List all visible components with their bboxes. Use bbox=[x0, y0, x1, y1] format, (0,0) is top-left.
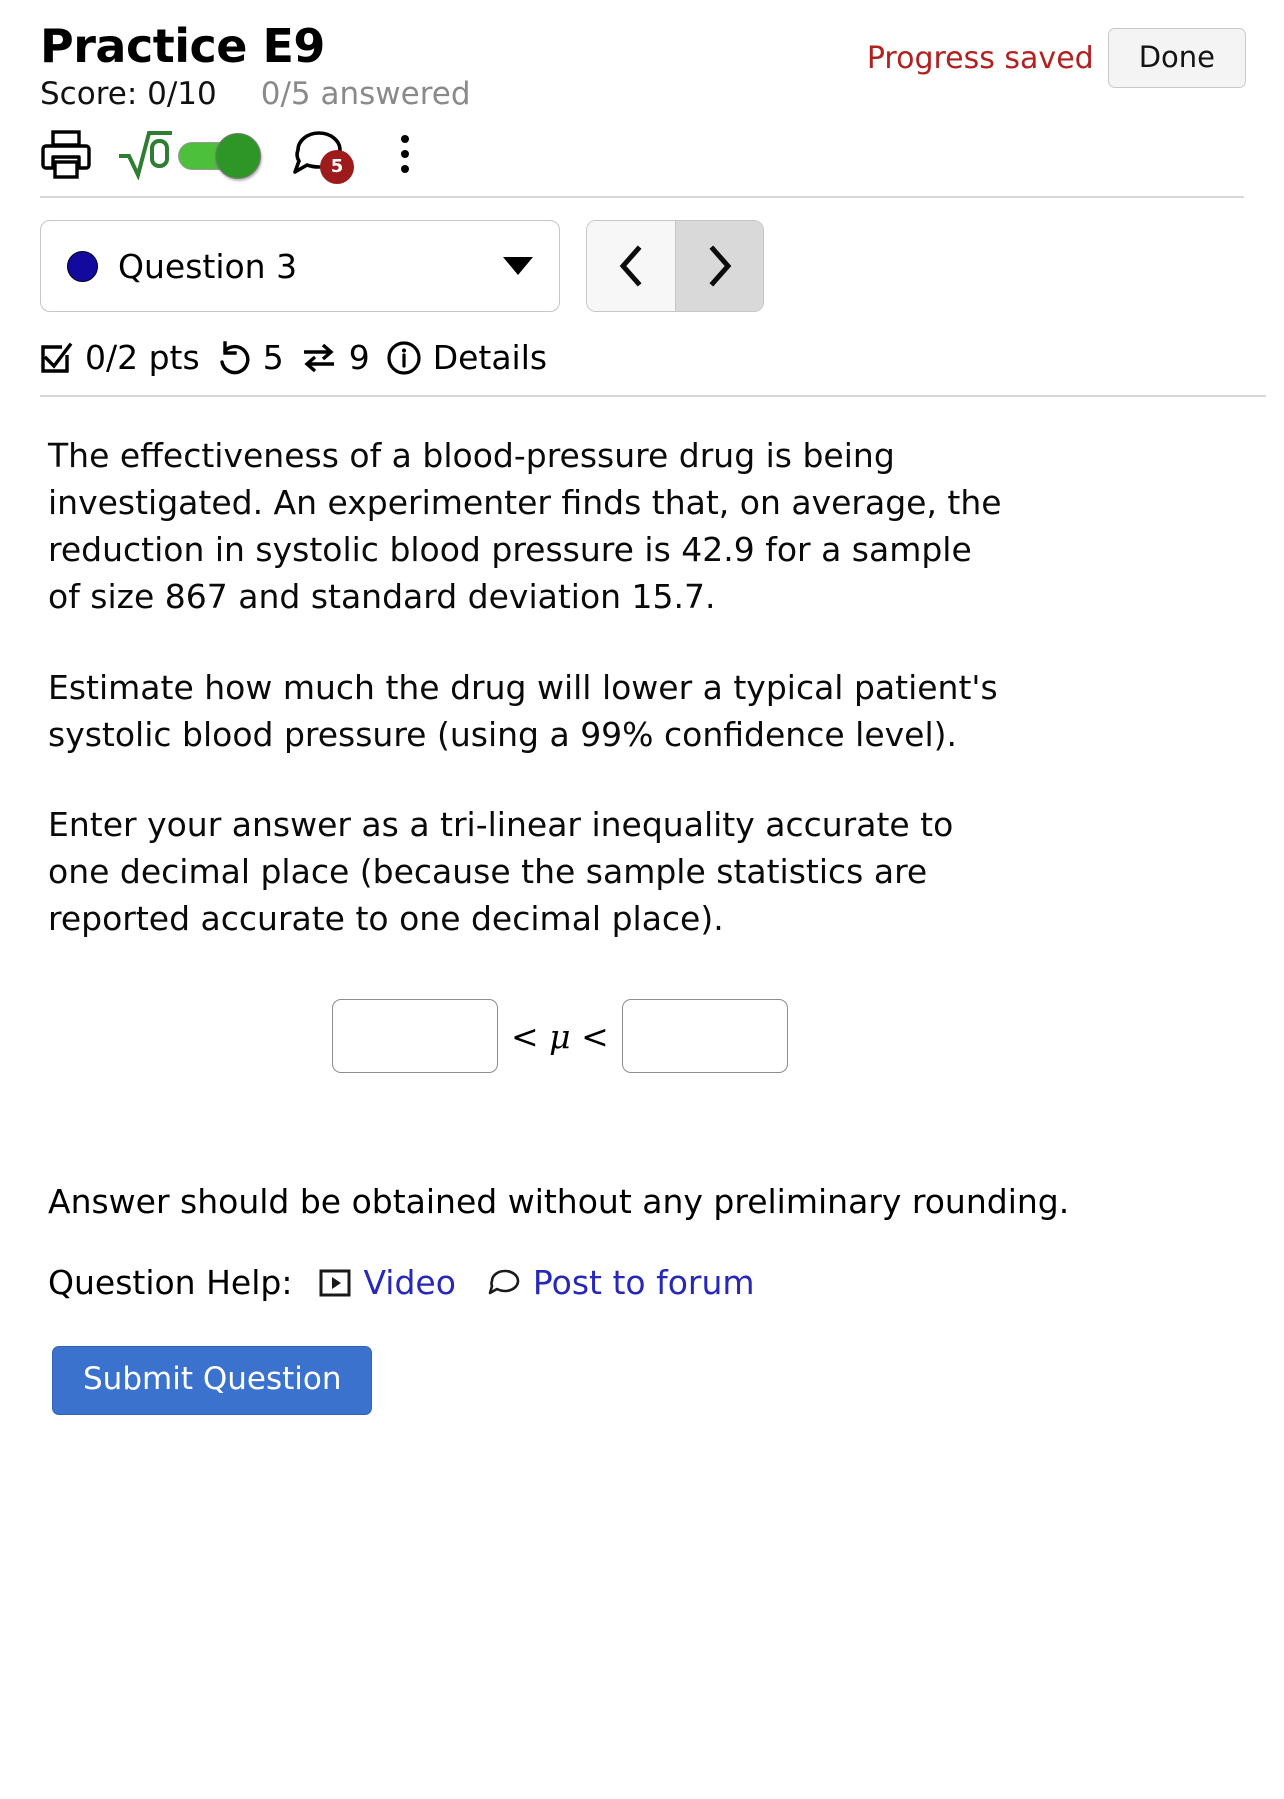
answered-label: 0/5 answered bbox=[260, 76, 471, 113]
question-toolbar: 5 bbox=[0, 112, 1284, 185]
inequality-label: < μ < bbox=[511, 1016, 609, 1056]
swap-arrows-icon bbox=[300, 341, 338, 375]
details-link[interactable]: Details bbox=[386, 338, 547, 377]
header-actions: Progress saved Done bbox=[867, 28, 1246, 88]
kebab-menu-icon[interactable] bbox=[384, 128, 426, 180]
versions-count: 9 bbox=[348, 338, 370, 378]
page-title: Practice E9 bbox=[40, 19, 325, 73]
prev-question-button[interactable] bbox=[587, 221, 675, 312]
question-navigation: Question 3 bbox=[0, 198, 1284, 313]
page-header: Practice E9 Progress saved Done bbox=[0, 0, 1284, 88]
chevron-left-icon bbox=[619, 245, 642, 287]
printer-icon[interactable] bbox=[40, 129, 92, 179]
square-root-icon bbox=[118, 128, 172, 181]
question-paragraph-3: Enter your answer as a tri-linear inequa… bbox=[48, 805, 954, 939]
answer-row: < μ < bbox=[332, 943, 1284, 1074]
toggle-switch[interactable] bbox=[178, 133, 264, 180]
points-meta: 0/2 pts bbox=[40, 338, 200, 377]
question-help-row: Question Help: Video Post to forum bbox=[0, 1225, 1284, 1302]
question-status-dot bbox=[67, 250, 98, 282]
attempts-meta: 5 bbox=[216, 338, 284, 377]
undo-arrow-icon bbox=[216, 341, 252, 375]
next-question-button[interactable] bbox=[675, 221, 763, 312]
speech-bubble-icon bbox=[486, 1267, 522, 1299]
score-label: Score: 0/10 bbox=[40, 76, 217, 113]
question-text: The effectiveness of a blood-pressure dr… bbox=[0, 397, 1050, 943]
info-circle-icon bbox=[386, 340, 422, 376]
video-play-icon bbox=[318, 1267, 352, 1299]
chat-bubble-icon[interactable]: 5 bbox=[290, 128, 354, 185]
prev-next-group bbox=[586, 220, 764, 313]
points-label: 0/2 pts bbox=[85, 338, 200, 378]
forum-help-link[interactable]: Post to forum bbox=[486, 1263, 755, 1302]
kebab-dot bbox=[401, 135, 409, 144]
video-help-label: Video bbox=[363, 1263, 456, 1303]
question-help-label: Question Help: bbox=[48, 1263, 293, 1303]
question-select-label: Question 3 bbox=[118, 246, 298, 286]
kebab-dot bbox=[401, 150, 409, 159]
chat-badge: 5 bbox=[320, 150, 354, 185]
toggle-knob bbox=[215, 133, 261, 180]
forum-help-label: Post to forum bbox=[532, 1263, 755, 1303]
chevron-right-icon bbox=[708, 245, 731, 287]
done-button[interactable]: Done bbox=[1107, 28, 1246, 88]
kebab-dot bbox=[401, 165, 409, 174]
question-meta: 0/2 pts 5 9 Details bbox=[0, 312, 1284, 377]
rounding-note: Answer should be obtained without any pr… bbox=[48, 1182, 1070, 1222]
video-help-link[interactable]: Video bbox=[318, 1263, 456, 1303]
versions-meta: 9 bbox=[300, 338, 370, 377]
question-select[interactable]: Question 3 bbox=[40, 220, 560, 313]
upper-bound-input[interactable] bbox=[621, 999, 788, 1074]
chevron-down-icon bbox=[503, 257, 533, 276]
question-paragraph-1: The effectiveness of a blood-pressure dr… bbox=[48, 436, 1002, 616]
practice-page: Practice E9 Progress saved Done Score: 0… bbox=[0, 0, 1284, 1416]
progress-status: Progress saved bbox=[866, 40, 1094, 76]
question-paragraph-2: Estimate how much the drug will lower a … bbox=[48, 667, 998, 754]
submit-row: Submit Question bbox=[0, 1302, 1284, 1416]
lower-bound-input[interactable] bbox=[332, 999, 498, 1074]
math-input-toggle[interactable] bbox=[118, 128, 264, 181]
checkbox-check-icon bbox=[40, 341, 74, 375]
submit-question-button[interactable]: Submit Question bbox=[52, 1346, 373, 1416]
attempts-count: 5 bbox=[262, 338, 284, 378]
details-label: Details bbox=[432, 338, 548, 378]
